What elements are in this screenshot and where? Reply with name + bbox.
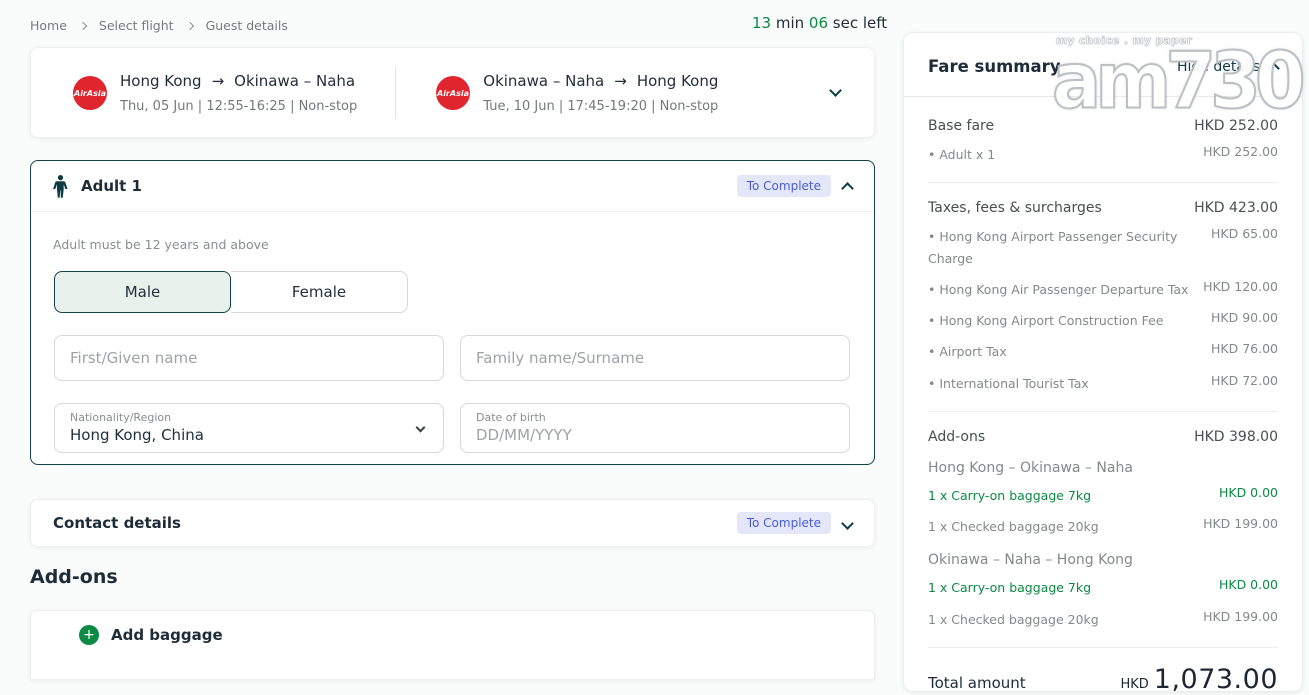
airasia-logo-icon: AirAsia: [73, 76, 107, 110]
breadcrumb-guest-details: Guest details: [206, 18, 288, 33]
fare-summary-title: Fare summary: [928, 57, 1061, 76]
dob-placeholder: DD/MM/YYYY: [476, 426, 572, 444]
timer-seconds: 06: [809, 14, 828, 32]
nationality-label: Nationality/Region: [70, 411, 204, 424]
fare-line-item: 1 x Checked baggage 20kg HKD 199.00: [928, 511, 1278, 542]
total-amount-label: Total amount: [928, 674, 1026, 692]
nationality-select[interactable]: Nationality/Region Hong Kong, China: [54, 403, 444, 453]
addons-heading: Add-ons: [30, 566, 118, 588]
route-destination: Hong Kong: [637, 72, 719, 90]
family-name-input[interactable]: [460, 335, 850, 381]
base-fare-block: Base fare HKD 252.00 • Adult x 1 HKD 252…: [928, 101, 1278, 183]
taxes-label: Taxes, fees & surcharges: [928, 200, 1102, 216]
flight-details: Tue, 10 Jun | 17:45-19:20 | Non-stop: [483, 99, 718, 114]
total-currency: HKD: [1120, 677, 1148, 692]
addons-total-row: Add-ons HKD 398.00: [928, 424, 1278, 450]
nationality-value: Hong Kong, China: [70, 426, 204, 444]
date-of-birth-field[interactable]: Date of birth DD/MM/YYYY: [460, 403, 850, 453]
taxes-row: Taxes, fees & surcharges HKD 423.00: [928, 195, 1278, 221]
status-badge: To Complete: [737, 512, 831, 534]
fare-line-item: • International Tourist Tax HKD 72.00: [928, 368, 1278, 399]
hide-details-label: Hide details: [1177, 59, 1260, 75]
gender-toggle: Male Female: [54, 271, 874, 313]
fare-summary-card: Fare summary Hide details my choice . my…: [903, 32, 1303, 692]
timer-sec-label: sec left: [828, 14, 887, 32]
route-origin: Okinawa – Naha: [483, 72, 604, 90]
addons-label: Add-ons: [928, 429, 985, 445]
fare-summary-header: Fare summary Hide details my choice . my…: [904, 33, 1302, 97]
route-origin: Hong Kong: [120, 72, 202, 90]
route-destination: Okinawa – Naha: [234, 72, 355, 90]
breadcrumb-home[interactable]: Home: [30, 18, 67, 33]
arrow-right-icon: →: [614, 72, 627, 90]
taxes-block: Taxes, fees & surcharges HKD 423.00 • Ho…: [928, 183, 1278, 412]
status-badge: To Complete: [737, 175, 831, 197]
gender-male-button[interactable]: Male: [54, 271, 231, 313]
flight-details: Thu, 05 Jun | 12:55-16:25 | Non-stop: [120, 99, 357, 114]
breadcrumb-select-flight[interactable]: Select flight: [99, 18, 174, 33]
airasia-logo-icon: AirAsia: [436, 76, 470, 110]
adult-1-title: Adult 1: [81, 177, 142, 195]
chevron-up-icon: [1267, 62, 1280, 75]
fare-line-item: • Adult x 1 HKD 252.00: [928, 139, 1278, 170]
breadcrumb: Home Select flight Guest details: [30, 18, 288, 33]
total-amount-value: 1,073.00: [1154, 664, 1278, 695]
chevron-down-icon[interactable]: [841, 517, 854, 530]
base-fare-label: Base fare: [928, 118, 994, 134]
person-icon: [53, 175, 68, 198]
add-baggage-label: Add baggage: [111, 626, 223, 644]
addons-group-heading: Okinawa – Naha – Hong Kong: [928, 542, 1278, 572]
dob-label: Date of birth: [476, 411, 572, 424]
add-baggage-row[interactable]: + Add baggage: [31, 611, 874, 645]
chevron-right-icon: [185, 22, 193, 30]
flight-segment-return: AirAsia Okinawa – Naha → Hong Kong Tue, …: [436, 72, 718, 114]
fare-line-item: 1 x Carry-on baggage 7kg HKD 0.00: [928, 480, 1278, 511]
fare-line-item: 1 x Checked baggage 20kg HKD 199.00: [928, 604, 1278, 635]
baggage-icon: +: [79, 625, 99, 645]
addons-group-heading: Hong Kong – Okinawa – Naha: [928, 450, 1278, 480]
chevron-up-icon[interactable]: [841, 182, 854, 195]
contact-details-title: Contact details: [53, 514, 181, 532]
base-fare-value: HKD 252.00: [1194, 118, 1278, 134]
airasia-logo-text: AirAsia: [73, 89, 106, 98]
addons-card: + Add baggage: [30, 610, 875, 680]
fare-line-item: • Hong Kong Airport Passenger Security C…: [928, 221, 1278, 274]
session-timer: 13 min 06 sec left: [752, 14, 887, 32]
hide-details-toggle[interactable]: Hide details: [1177, 59, 1278, 75]
segment-divider: [395, 67, 396, 119]
total-amount-row: Total amount HKD 1,073.00: [928, 648, 1278, 695]
flight-segment-outbound: AirAsia Hong Kong → Okinawa – Naha Thu, …: [73, 72, 357, 114]
base-fare-row: Base fare HKD 252.00: [928, 113, 1278, 139]
first-name-input[interactable]: [54, 335, 444, 381]
flight-summary-expand-chevron-icon[interactable]: [829, 84, 842, 97]
chevron-right-icon: [79, 22, 87, 30]
gender-female-button[interactable]: Female: [231, 271, 408, 313]
flight-summary-card: AirAsia Hong Kong → Okinawa – Naha Thu, …: [30, 47, 875, 138]
taxes-value: HKD 423.00: [1194, 200, 1278, 216]
fare-line-item: • Hong Kong Airport Construction Fee HKD…: [928, 305, 1278, 336]
fare-line-item: • Hong Kong Air Passenger Departure Tax …: [928, 274, 1278, 305]
chevron-down-icon: [416, 423, 426, 433]
contact-details-card[interactable]: Contact details To Complete: [30, 499, 875, 547]
timer-minutes: 13: [752, 14, 771, 32]
watermark-tagline: my choice . my paper: [1056, 35, 1262, 47]
addons-value: HKD 398.00: [1194, 429, 1278, 445]
adult-age-note: Adult must be 12 years and above: [53, 237, 852, 252]
adult-1-header[interactable]: Adult 1 To Complete: [31, 161, 874, 212]
fare-line-item: 1 x Carry-on baggage 7kg HKD 0.00: [928, 572, 1278, 603]
addons-fare-block: Add-ons HKD 398.00 Hong Kong – Okinawa –…: [928, 412, 1278, 648]
airasia-logo-text: AirAsia: [436, 89, 469, 98]
fare-line-item: • Airport Tax HKD 76.00: [928, 336, 1278, 367]
timer-min-label: min: [771, 14, 809, 32]
adult-1-card: Adult 1 To Complete Adult must be 12 yea…: [30, 160, 875, 465]
arrow-right-icon: →: [212, 72, 225, 90]
